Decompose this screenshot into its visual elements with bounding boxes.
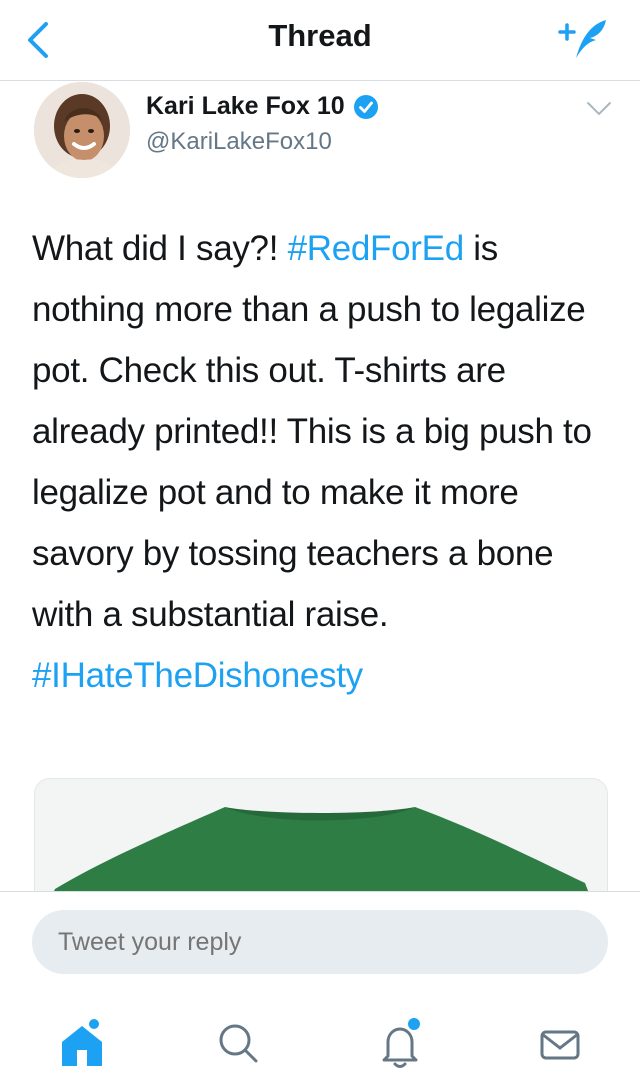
home-icon[interactable] xyxy=(52,1014,112,1074)
messages-icon[interactable] xyxy=(530,1014,590,1074)
hashtag-link[interactable]: #RedForEd xyxy=(288,229,465,268)
compose-tweet-icon[interactable] xyxy=(556,14,616,64)
bottom-tab-bar xyxy=(0,1004,640,1087)
author-avatar[interactable] xyxy=(34,82,130,178)
author-name[interactable]: Kari Lake Fox 10 xyxy=(146,92,345,121)
verified-badge-icon xyxy=(353,94,378,119)
tweet-text: What did I say?! #RedForEd is nothing mo… xyxy=(32,218,612,706)
reply-input[interactable] xyxy=(32,910,608,974)
author-name-row: Kari Lake Fox 10 xyxy=(146,92,379,121)
search-icon[interactable] xyxy=(208,1014,268,1074)
notifications-icon[interactable] xyxy=(370,1014,430,1074)
tweet-text-part: is xyxy=(463,229,498,268)
hashtag-link[interactable]: #IHateTheDishonesty xyxy=(32,656,363,695)
top-nav-bar: Thread xyxy=(0,0,640,81)
tweet-text-part: What did I say?! xyxy=(32,229,288,268)
author-handle: @KariLakeFox10 xyxy=(146,128,332,155)
page-title: Thread xyxy=(268,18,372,53)
chevron-down-icon[interactable] xyxy=(586,100,612,118)
tweet-text-body: nothing more than a push to legalize pot… xyxy=(32,290,592,634)
